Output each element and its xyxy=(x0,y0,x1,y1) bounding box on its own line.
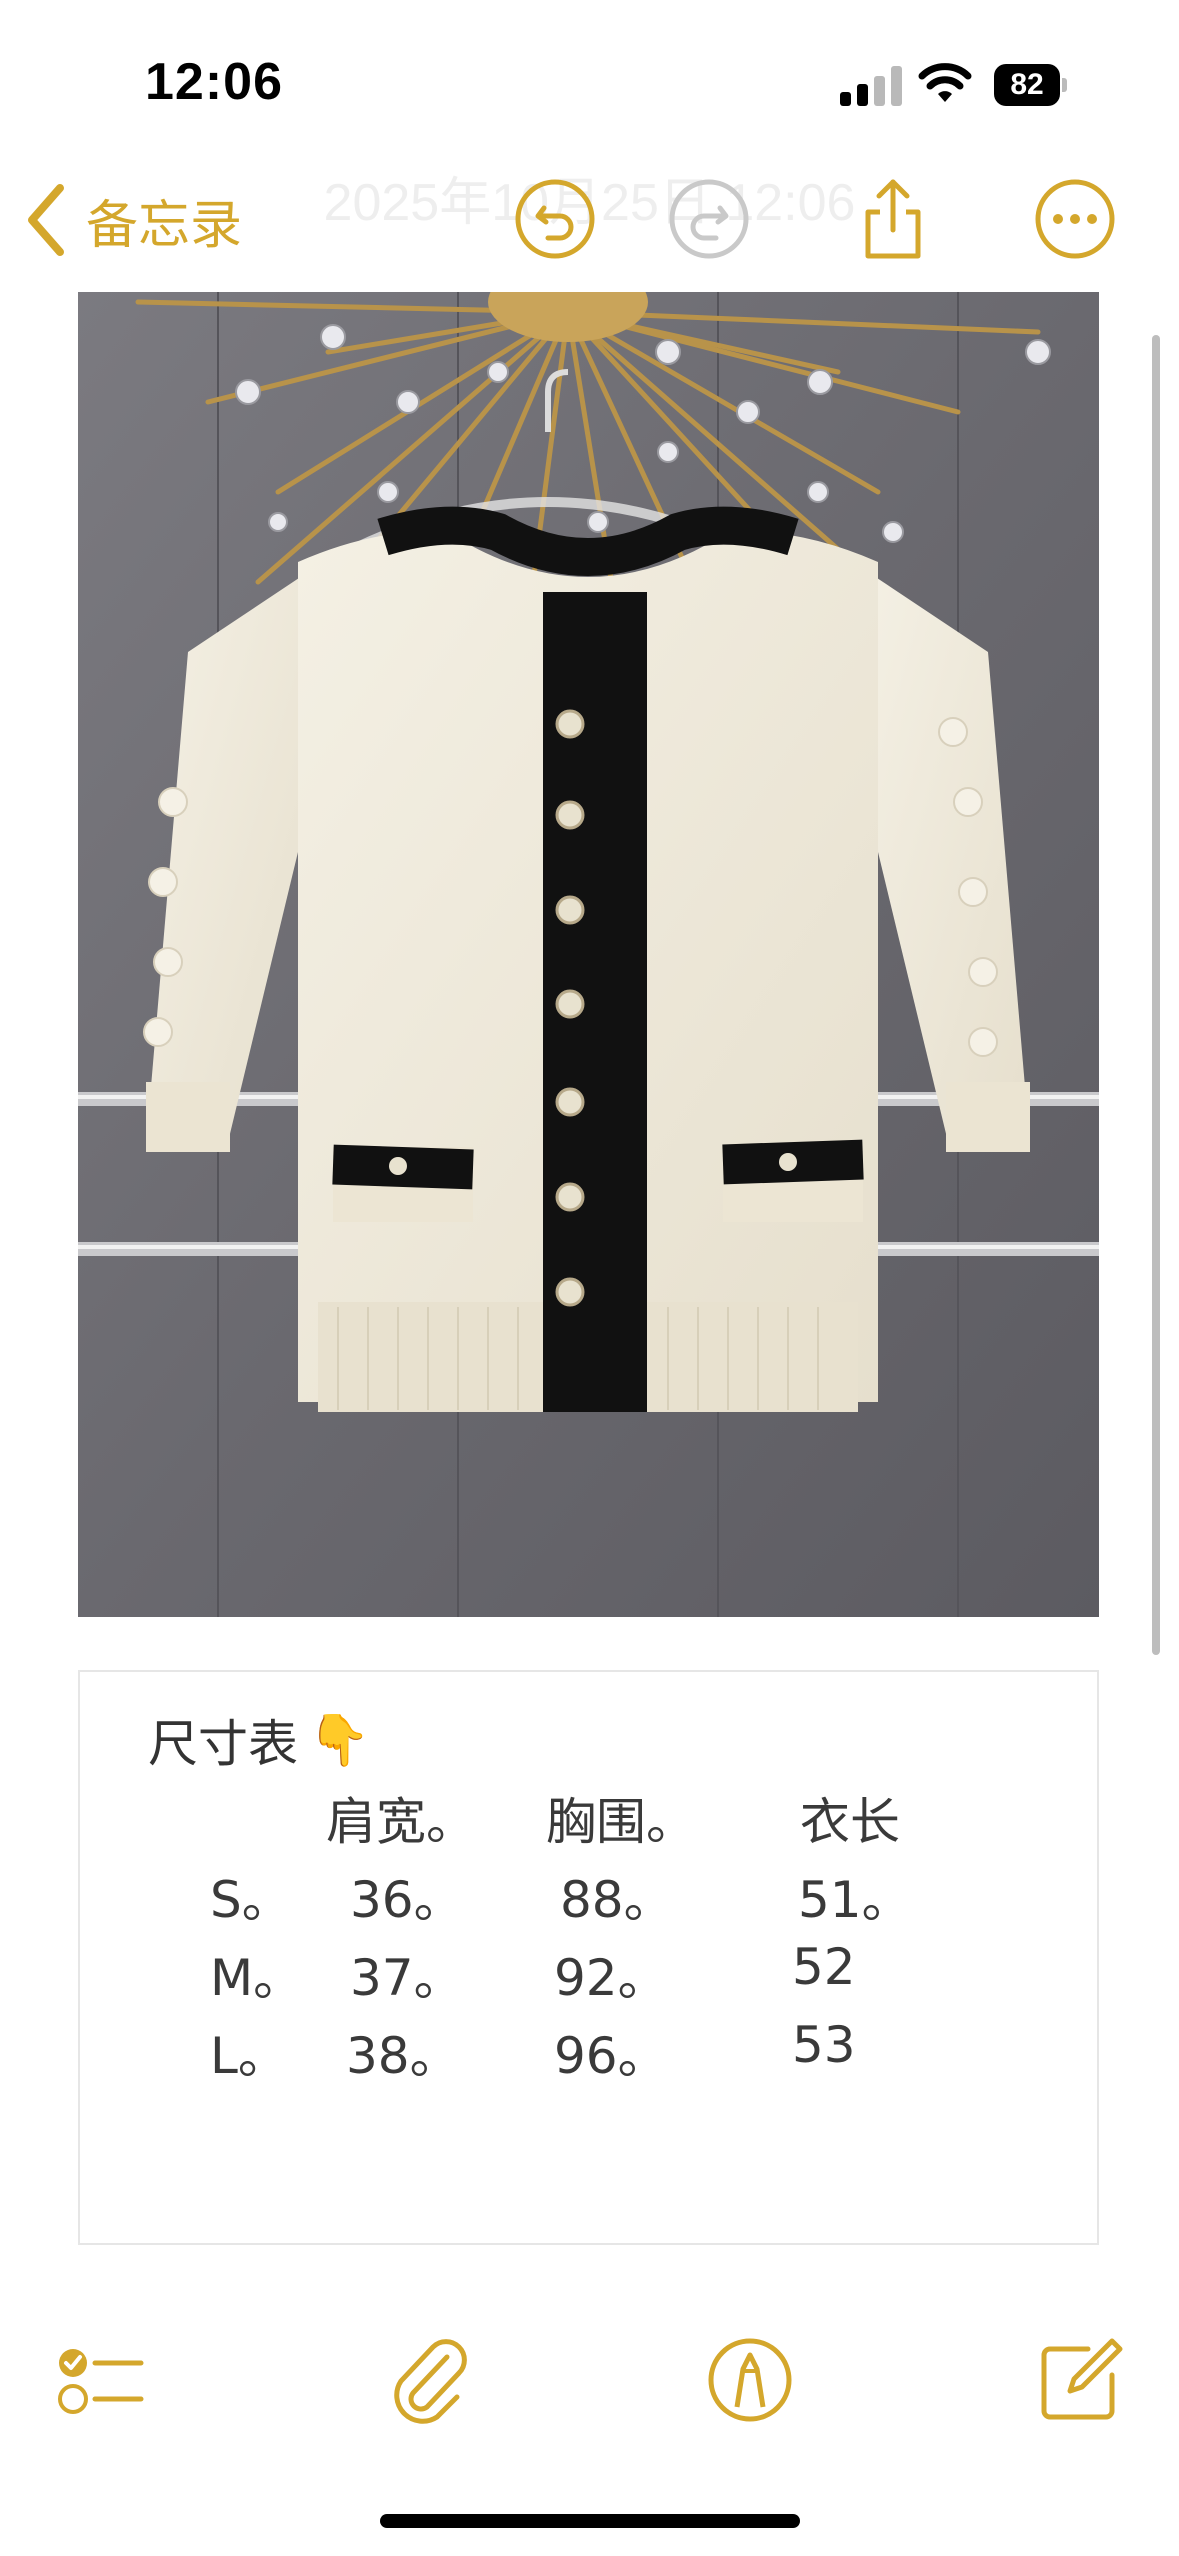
more-icon[interactable] xyxy=(1034,178,1116,260)
status-bar: 12:06 82 xyxy=(0,0,1179,150)
battery-level: 82 xyxy=(994,64,1060,106)
row-shoulder: 36。 xyxy=(350,1871,464,1929)
row-chest: 92。 xyxy=(554,1949,668,2007)
row-size: S。 xyxy=(210,1871,292,1929)
redo-icon[interactable] xyxy=(668,178,750,260)
share-icon[interactable] xyxy=(852,178,934,260)
markup-pen-icon[interactable] xyxy=(705,2335,795,2425)
cellular-signal-icon xyxy=(840,66,902,106)
row-shoulder: 37。 xyxy=(350,1949,464,2007)
size-table-title-text: 尺寸表 xyxy=(148,1715,298,1773)
header-chest: 胸围。 xyxy=(546,1793,696,1851)
size-table-title: 尺寸表 👇 xyxy=(148,1704,370,1776)
battery-icon: 82 xyxy=(994,64,1068,106)
size-table-card: 尺寸表 👇 肩宽。 胸围。 衣长 S。 36。 88。 51。 M。 37。 9… xyxy=(78,1670,1099,2245)
undo-icon[interactable] xyxy=(514,178,596,260)
row-chest: 96。 xyxy=(554,2027,668,2085)
back-label: 备忘录 xyxy=(86,195,243,256)
checklist-icon[interactable] xyxy=(55,2335,145,2425)
compose-icon[interactable] xyxy=(1034,2335,1124,2425)
paperclip-icon[interactable] xyxy=(385,2335,475,2425)
row-shoulder: 38。 xyxy=(346,2027,460,2085)
back-button[interactable]: 备忘录 xyxy=(24,180,242,260)
cardigan-photo xyxy=(78,292,1099,1617)
scroll-indicator[interactable] xyxy=(1152,335,1160,1655)
row-size: M。 xyxy=(210,1949,304,2007)
row-length: 53 xyxy=(792,2016,856,2074)
header-shoulder: 肩宽。 xyxy=(326,1793,476,1851)
home-indicator[interactable] xyxy=(380,2514,800,2528)
row-chest: 88。 xyxy=(560,1871,674,1929)
status-time: 12:06 xyxy=(145,53,283,111)
wifi-icon xyxy=(918,63,972,102)
row-size: L。 xyxy=(210,2027,288,2085)
row-length: 51。 xyxy=(798,1871,912,1929)
pointing-down-icon: 👇 xyxy=(308,1710,371,1769)
row-length: 52 xyxy=(792,1938,856,1996)
header-length: 衣长 xyxy=(800,1793,900,1851)
note-image[interactable] xyxy=(78,292,1099,1617)
chevron-left-icon xyxy=(28,184,64,256)
